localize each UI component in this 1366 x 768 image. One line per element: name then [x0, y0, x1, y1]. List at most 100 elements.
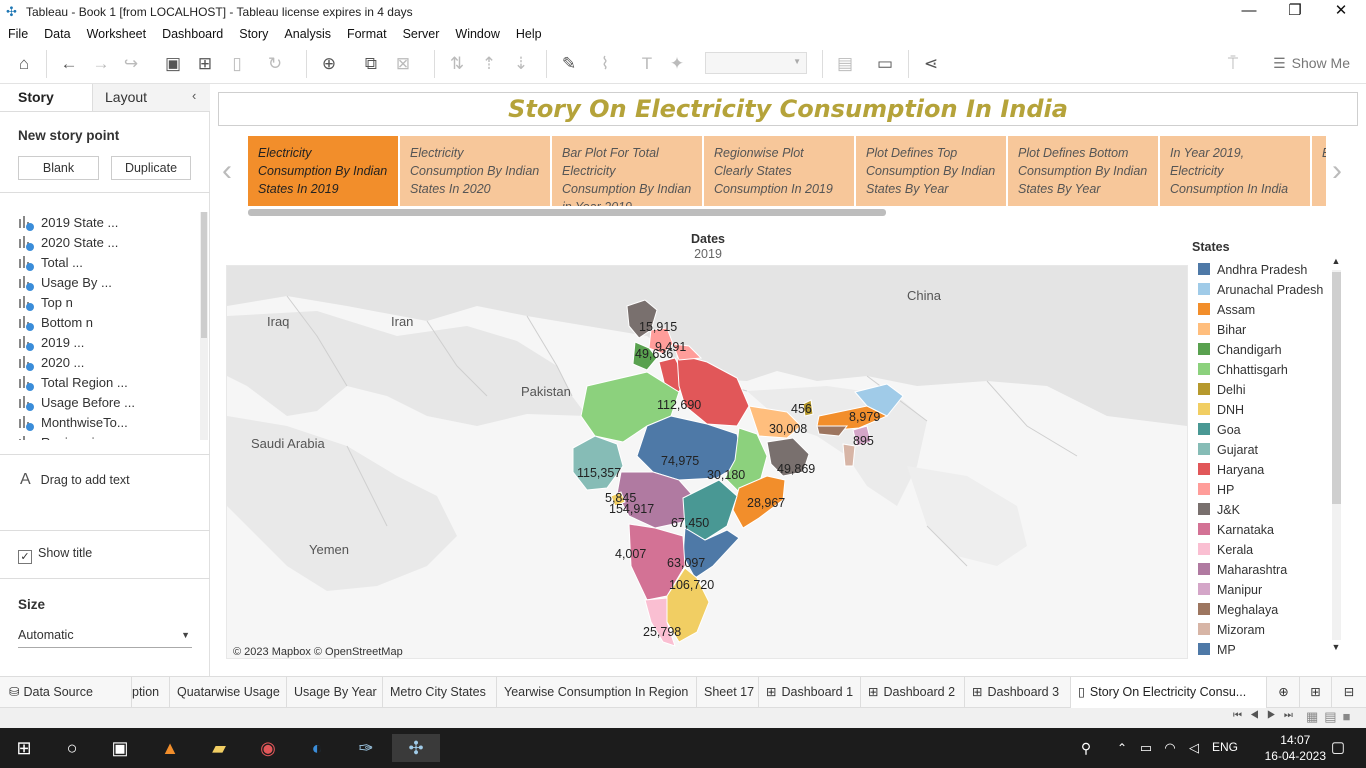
tab-yearwise-consumption[interactable]: Yearwise Consumption In Region — [497, 677, 697, 708]
story-point-8[interactable]: Electricity Usage — [1312, 136, 1326, 206]
tableau-taskbar-icon[interactable]: ✣ — [392, 734, 440, 762]
scroll-up-icon[interactable]: ▲ — [1330, 256, 1342, 266]
windows-start-icon[interactable]: ⊞ — [10, 734, 38, 762]
show-cards-icon[interactable]: ▤ — [834, 53, 856, 75]
tab-sheet-truncated[interactable]: ption — [132, 677, 170, 708]
format-painter-icon[interactable]: ⍑ — [1222, 53, 1244, 75]
home-icon[interactable]: ⌂ — [13, 53, 35, 75]
file-explorer-icon[interactable]: ▰ — [205, 734, 233, 762]
sheet-list-scrollbar[interactable] — [200, 212, 208, 440]
legend-item[interactable]: Bihar — [1198, 320, 1246, 340]
story-sheet-item[interactable]: Usage By ... — [18, 273, 112, 293]
legend-item[interactable]: J&K — [1198, 500, 1240, 520]
highlight-icon[interactable]: ✎ — [558, 53, 580, 75]
sort-desc-icon[interactable]: ⇣ — [510, 53, 532, 75]
story-sheet-item[interactable]: Regionwise... — [18, 433, 119, 440]
legend-item[interactable]: Karnataka — [1198, 520, 1274, 540]
size-dropdown[interactable]: Automatic ▼ — [18, 628, 192, 648]
tab-dashboard-3[interactable]: ⊞ Dashboard 3 — [965, 677, 1071, 708]
story-sheet-item[interactable]: 2020 ... — [18, 353, 84, 373]
search-icon[interactable]: ○ — [58, 734, 86, 762]
drag-text-item[interactable]: A Drag to add text — [20, 471, 130, 489]
menu-data[interactable]: Data — [36, 27, 78, 41]
menu-story[interactable]: Story — [231, 27, 276, 41]
story-point-6[interactable]: Plot Defines Bottom Consumption By India… — [1008, 136, 1158, 206]
new-sheet-icon[interactable]: ⊕ — [318, 53, 340, 75]
task-view-icon[interactable]: ▣ — [106, 734, 134, 762]
view-mode-icons[interactable]: ▦▤■ — [1306, 709, 1356, 725]
save-icon[interactable]: ▣ — [162, 53, 184, 75]
story-sheet-item[interactable]: 2020 State ... — [18, 233, 118, 253]
close-icon[interactable]: ✕ — [1318, 0, 1364, 24]
notifications-icon[interactable]: ▢ — [1324, 734, 1352, 762]
story-point-7[interactable]: In Year 2019, Electricity Consumption In… — [1160, 136, 1310, 206]
legend-item[interactable]: Mizoram — [1198, 620, 1265, 640]
legend-item[interactable]: Andhra Pradesh — [1198, 260, 1307, 280]
story-sheet-item[interactable]: Bottom n — [18, 313, 93, 333]
duplicate-sheet-icon[interactable]: ⧉ — [360, 53, 382, 75]
legend-item[interactable]: Assam — [1198, 300, 1255, 320]
story-sheet-item[interactable]: Usage Before ... — [18, 393, 135, 413]
chrome-icon[interactable]: ◉ — [254, 734, 282, 762]
new-worksheet-icon[interactable]: ⊕ — [1268, 677, 1300, 708]
story-point-2[interactable]: Electricity Consumption By Indian States… — [400, 136, 550, 206]
share-icon[interactable]: ⋖ — [920, 53, 942, 75]
tab-quatarwise-usage[interactable]: Quatarwise Usage — [170, 677, 287, 708]
new-dashboard-icon[interactable]: ⊞ — [1300, 677, 1332, 708]
show-title-checkbox[interactable]: ✓ Show title — [18, 546, 92, 564]
menu-worksheet[interactable]: Worksheet — [79, 27, 155, 41]
menu-file[interactable]: File — [0, 27, 36, 41]
blank-button[interactable]: Blank — [18, 156, 99, 180]
vlc-icon[interactable]: ▲ — [156, 734, 184, 762]
edge-icon[interactable]: ◐ — [303, 734, 331, 762]
legend-item[interactable]: Gujarat — [1198, 440, 1258, 460]
sheet-nav-icons[interactable]: ⏮◀▶⏭ — [1233, 710, 1301, 721]
presentation-icon[interactable]: ▭ — [874, 53, 896, 75]
pause-updates-icon[interactable]: ▯ — [226, 53, 248, 75]
volume-icon[interactable]: ◁ — [1180, 734, 1208, 762]
legend-item[interactable]: Maharashtra — [1198, 560, 1287, 580]
menu-analysis[interactable]: Analysis — [276, 27, 339, 41]
redo-icon[interactable]: → — [90, 53, 112, 75]
menu-dashboard[interactable]: Dashboard — [154, 27, 231, 41]
story-sheet-item[interactable]: 2019 State ... — [18, 213, 118, 233]
legend-item[interactable]: Haryana — [1198, 460, 1264, 480]
story-point-5[interactable]: Plot Defines Top Consumption By Indian S… — [856, 136, 1006, 206]
group-icon[interactable]: ⌇ — [594, 53, 616, 75]
legend-item[interactable]: Goa — [1198, 420, 1241, 440]
sort-asc-icon[interactable]: ⇡ — [478, 53, 500, 75]
fit-dropdown[interactable]: ▼ — [705, 52, 807, 74]
legend-item[interactable]: Meghalaya — [1198, 600, 1278, 620]
story-point-3[interactable]: Bar Plot For Total Electricity Consumpti… — [552, 136, 702, 206]
menu-server[interactable]: Server — [395, 27, 448, 41]
tab-dashboard-2[interactable]: ⊞ Dashboard 2 — [861, 677, 965, 708]
story-sheet-item[interactable]: Total ... — [18, 253, 83, 273]
tab-story-active[interactable]: ▯ Story On Electricity Consu... — [1071, 677, 1267, 708]
next-story-point-icon[interactable]: › — [1332, 154, 1342, 188]
legend-item[interactable]: MP — [1198, 640, 1236, 656]
pen-app-icon[interactable]: ✑ — [352, 734, 380, 762]
legend-item[interactable]: Chhattisgarh — [1198, 360, 1288, 380]
duplicate-button[interactable]: Duplicate — [111, 156, 191, 180]
tab-story[interactable]: Story — [0, 84, 92, 112]
clock[interactable]: 14:07 16-04-2023 — [1265, 732, 1326, 764]
story-sheet-item[interactable]: 2019 ... — [18, 333, 84, 353]
clear-sheet-icon[interactable]: ⊠ — [392, 53, 414, 75]
collapse-panel-icon[interactable]: ‹ — [192, 88, 196, 103]
legend-item[interactable]: Chandigarh — [1198, 340, 1282, 360]
replay-icon[interactable]: ↪ — [120, 53, 142, 75]
tab-metro-city-states[interactable]: Metro City States — [383, 677, 497, 708]
india-map[interactable]: China Iraq Iran Pakistan Saudi Arabia Ye… — [226, 265, 1188, 659]
label-icon[interactable]: T — [636, 53, 658, 75]
restore-icon[interactable]: ❐ — [1272, 0, 1318, 24]
legend-item[interactable]: HP — [1198, 480, 1234, 500]
tab-sheet-17[interactable]: Sheet 17 — [697, 677, 759, 708]
legend-item[interactable]: Arunachal Pradesh — [1198, 280, 1323, 300]
prev-story-point-icon[interactable]: ‹ — [222, 154, 232, 188]
map-canvas[interactable]: China Iraq Iran Pakistan Saudi Arabia Ye… — [227, 266, 1187, 658]
legend-item[interactable]: Manipur — [1198, 580, 1262, 600]
show-me-button[interactable]: ☰ Show Me — [1273, 55, 1350, 72]
swap-icon[interactable]: ⇅ — [446, 53, 468, 75]
scroll-down-icon[interactable]: ▼ — [1330, 642, 1342, 652]
minimize-icon[interactable]: — — [1226, 0, 1272, 24]
